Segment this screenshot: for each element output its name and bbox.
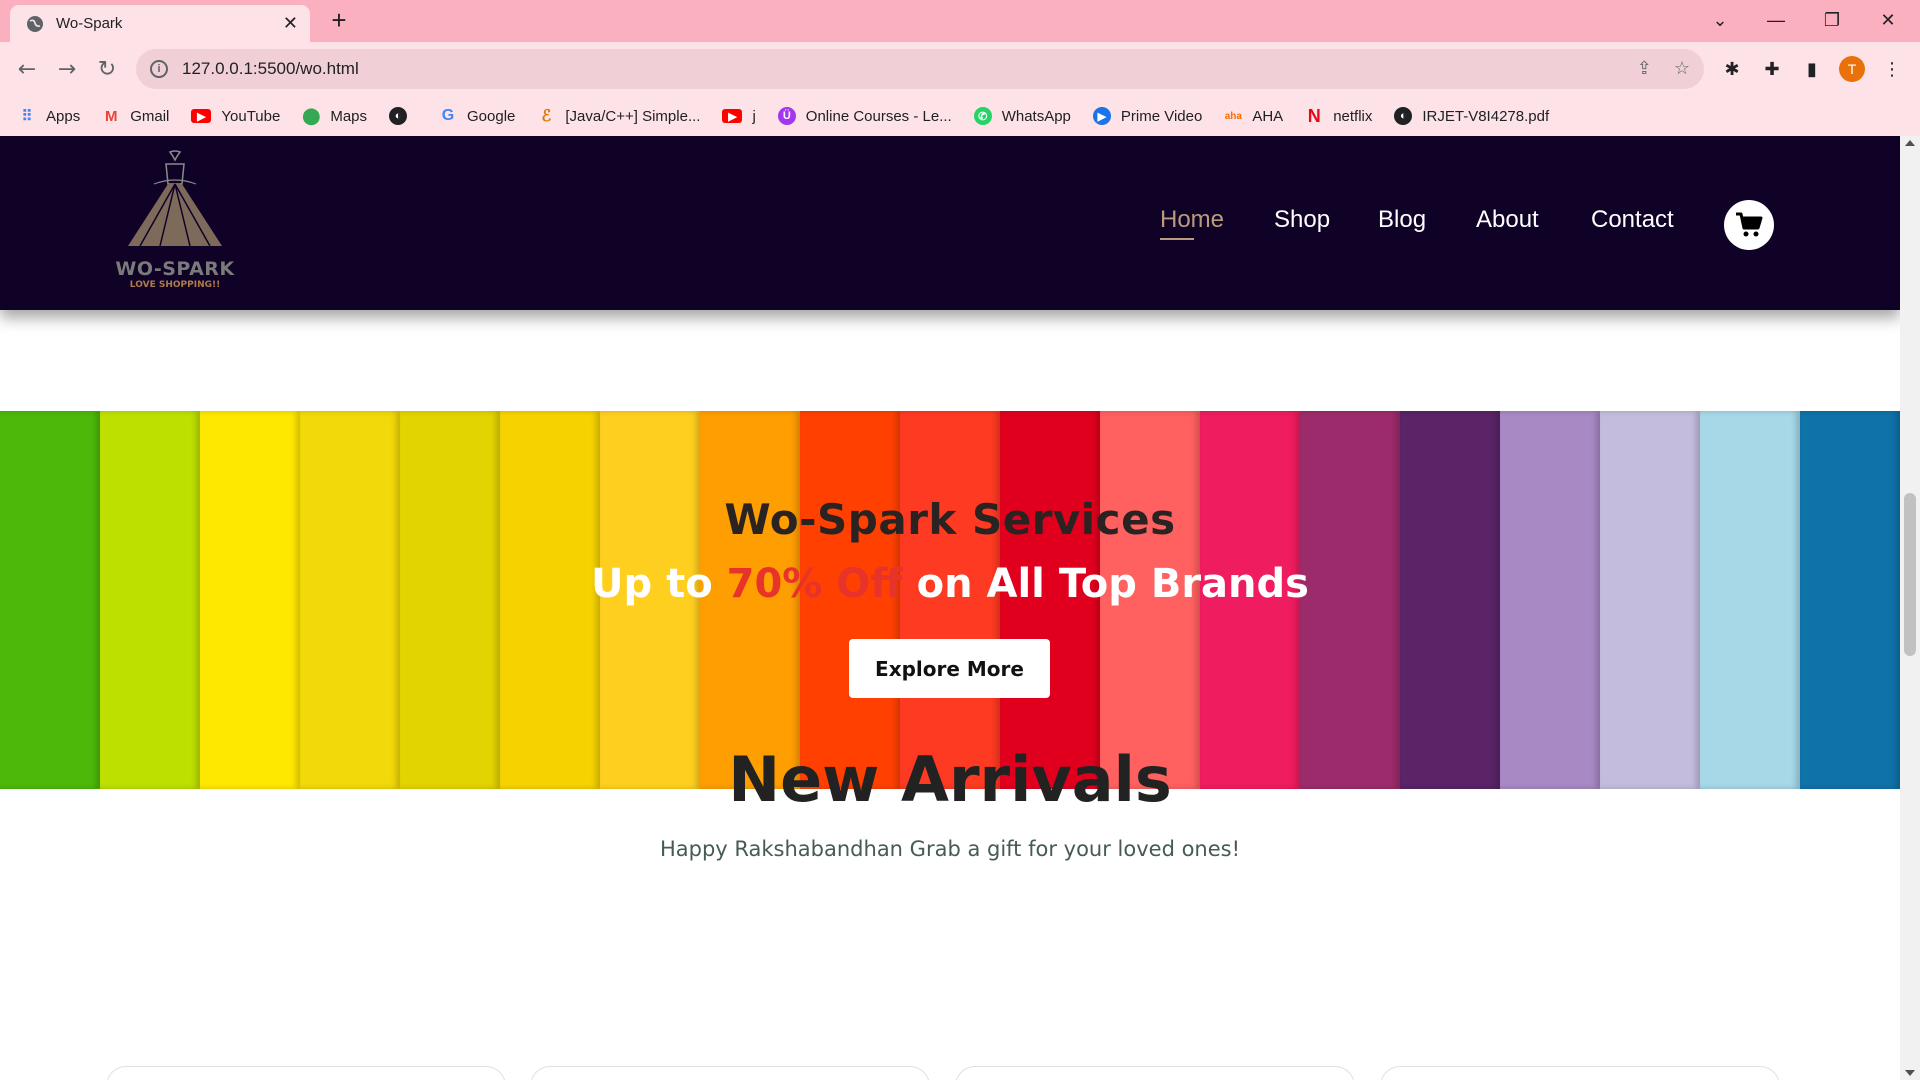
gmail-icon: M	[104, 107, 118, 125]
bookmarks-bar: ⠿ Apps M Gmail ▶ YouTube ⬤ Maps ◐ G Goog…	[0, 96, 1920, 136]
address-bar[interactable]: i 127.0.0.1:5500/wo.html ⇪ ☆	[136, 49, 1704, 89]
bookmark-whatsapp[interactable]: ✆ WhatsApp	[973, 107, 1071, 125]
dress-logo-icon	[128, 150, 222, 247]
bookmark-aha[interactable]: aha AHA	[1224, 107, 1283, 125]
banner-subtitle-post: on All Top Brands	[902, 561, 1309, 607]
explore-more-button[interactable]: Explore More	[849, 639, 1050, 698]
bookmark-prime-video[interactable]: ▶ Prime Video	[1092, 107, 1202, 125]
bookmark-j[interactable]: ▶ j	[722, 108, 756, 125]
forward-button[interactable]: →	[52, 54, 82, 84]
logo-tagline: LOVE SHOPPING!!	[129, 280, 221, 290]
bookmark-java-cpp[interactable]: ℰ [Java/C++] Simple...	[537, 107, 701, 126]
scrollbar-thumb[interactable]	[1904, 493, 1916, 656]
apps-grid-icon: ⠿	[21, 108, 33, 125]
banner-subtitle: Up to 70% Off on All Top Brands	[0, 561, 1900, 607]
page-scrollbar[interactable]	[1900, 136, 1920, 1080]
scroll-up-icon[interactable]	[1905, 140, 1915, 146]
banner-title: Wo-Spark Services	[724, 495, 1176, 544]
google-icon: G	[441, 107, 455, 124]
nav-about[interactable]: About	[1476, 206, 1539, 234]
nav-blog[interactable]: Blog	[1378, 206, 1426, 234]
new-tab-button[interactable]: +	[324, 6, 354, 36]
nav-home[interactable]: Home	[1160, 206, 1224, 240]
bookmark-youtube[interactable]: ▶ YouTube	[191, 108, 280, 125]
nav-shop[interactable]: Shop	[1274, 206, 1330, 234]
bookmark-globe[interactable]: ◐	[389, 107, 417, 125]
banner-subtitle-pre: Up to	[591, 561, 727, 607]
cart-button[interactable]	[1724, 200, 1774, 250]
menu-kebab-icon[interactable]: ⋮	[1880, 57, 1904, 81]
prime-video-icon: ▶	[1092, 107, 1111, 125]
nav-contact[interactable]: Contact	[1591, 206, 1674, 234]
bookmark-maps[interactable]: ⬤ Maps	[302, 107, 367, 126]
maps-pin-icon: ⬤	[302, 108, 321, 125]
bookmark-netflix[interactable]: N netflix	[1305, 105, 1373, 126]
extensions-puzzle-icon[interactable]: ✚	[1760, 57, 1784, 81]
product-card[interactable]	[530, 1066, 930, 1080]
scroll-down-icon[interactable]	[1905, 1070, 1915, 1076]
bookmark-google[interactable]: G Google	[439, 107, 516, 125]
whatsapp-icon: ✆	[973, 107, 992, 125]
restore-button[interactable]: ❐	[1804, 0, 1860, 40]
logo-brand-text: WO-SPARK	[115, 258, 235, 280]
back-button[interactable]: ←	[12, 54, 42, 84]
bookmark-online-courses[interactable]: Ü Online Courses - Le...	[777, 107, 952, 125]
browser-tab[interactable]: Wo-Spark ✕	[10, 5, 310, 42]
page-viewport: WO-SPARK LOVE SHOPPING!! Home Shop Blog …	[0, 136, 1900, 1080]
bookmark-gmail[interactable]: M Gmail	[102, 107, 169, 125]
promo-banner: Wo-Spark Services Up to 70% Off on All T…	[0, 411, 1900, 789]
globe-icon: ◐	[389, 107, 408, 125]
product-card[interactable]	[1380, 1066, 1780, 1080]
aha-icon: aha	[1224, 110, 1242, 122]
banner-discount: 70% Off	[726, 561, 903, 607]
udemy-icon: Ü	[777, 107, 796, 125]
minimize-button[interactable]: —	[1748, 0, 1804, 40]
tab-title: Wo-Spark	[56, 15, 123, 32]
site-header: WO-SPARK LOVE SHOPPING!! Home Shop Blog …	[0, 136, 1900, 310]
globe-icon	[27, 15, 43, 32]
profile-avatar[interactable]: T	[1839, 56, 1865, 82]
reload-button[interactable]: ↻	[92, 54, 122, 84]
netflix-icon: N	[1307, 105, 1321, 126]
share-icon[interactable]: ⇪	[1637, 58, 1652, 79]
bookmark-apps[interactable]: ⠿ Apps	[18, 107, 81, 126]
browser-toolbar: ← → ↻ i 127.0.0.1:5500/wo.html ⇪ ☆ ✱ ✚ ▮…	[0, 42, 1920, 96]
browser-tab-strip: Wo-Spark ✕ + ⌄ — ❐ ✕	[0, 0, 1920, 42]
close-window-button[interactable]: ✕	[1860, 0, 1916, 40]
product-card[interactable]	[955, 1066, 1355, 1080]
shopping-cart-icon	[1736, 212, 1763, 237]
tab-search-icon[interactable]: ⌄	[1692, 0, 1748, 40]
globe-icon: ◐	[1394, 107, 1413, 125]
youtube-icon: ▶	[191, 109, 212, 123]
bookmark-irjet-pdf[interactable]: ◐ IRJET-V8I4278.pdf	[1394, 107, 1549, 125]
product-card[interactable]	[106, 1066, 506, 1080]
new-arrivals-title: New Arrivals	[728, 743, 1172, 816]
code-icon: ℰ	[541, 108, 552, 125]
new-arrivals-subtitle: Happy Rakshabandhan Grab a gift for your…	[659, 837, 1241, 861]
extension-icon[interactable]: ✱	[1720, 57, 1744, 81]
site-info-icon[interactable]: i	[150, 60, 168, 78]
youtube-icon: ▶	[722, 109, 743, 123]
bookmark-star-icon[interactable]: ☆	[1674, 58, 1690, 79]
url-text: 127.0.0.1:5500/wo.html	[182, 59, 359, 78]
site-logo[interactable]: WO-SPARK LOVE SHOPPING!!	[110, 150, 240, 290]
side-panel-icon[interactable]: ▮	[1800, 57, 1824, 81]
close-tab-icon[interactable]: ✕	[283, 13, 298, 34]
